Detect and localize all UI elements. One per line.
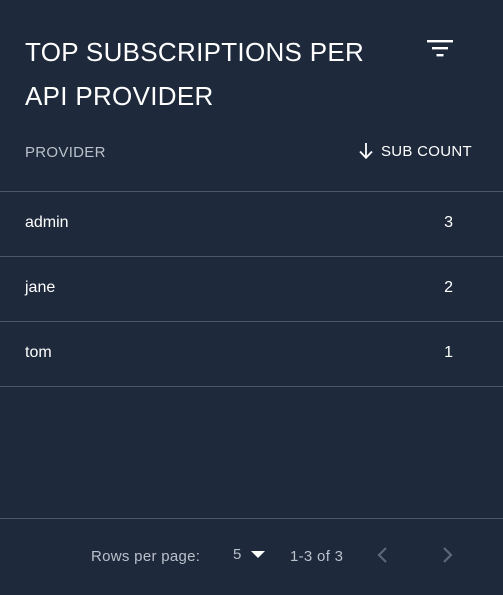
table-row: jane 2 [0, 257, 503, 322]
table-row: tom 1 [0, 322, 503, 387]
subscriptions-card: TOP SUBSCRIPTIONS PER API PROVIDER PROVI… [0, 0, 503, 595]
table-header: PROVIDER SUB COUNT [0, 128, 503, 192]
sub-count-cell: 1 [444, 344, 453, 361]
next-page-button[interactable] [434, 543, 462, 571]
column-header-provider[interactable]: PROVIDER [25, 144, 106, 161]
column-header-sub-count[interactable]: SUB COUNT [358, 142, 472, 160]
column-header-sub-count-label: SUB COUNT [380, 142, 472, 160]
rows-per-page-select[interactable]: 5 [233, 546, 266, 563]
rows-per-page-value: 5 [233, 546, 242, 563]
table-pagination: Rows per page: 5 1-3 of 3 [0, 518, 503, 595]
chevron-left-icon [376, 546, 388, 569]
filter-list-icon [427, 38, 453, 58]
provider-cell: admin [25, 214, 69, 231]
provider-cell: tom [25, 344, 52, 361]
filter-button[interactable] [420, 32, 460, 64]
pagination-range: 1-3 of 3 [290, 548, 344, 565]
sub-count-cell: 3 [444, 214, 453, 231]
card-title: TOP SUBSCRIPTIONS PER API PROVIDER [25, 37, 365, 111]
provider-cell: jane [25, 279, 56, 296]
sub-count-cell: 2 [444, 279, 453, 296]
arrow-down-icon [358, 142, 374, 160]
previous-page-button[interactable] [368, 543, 396, 571]
table-row: admin 3 [0, 192, 503, 257]
chevron-right-icon [442, 546, 454, 569]
rows-per-page-label: Rows per page: [91, 548, 201, 565]
caret-down-icon [251, 550, 266, 559]
